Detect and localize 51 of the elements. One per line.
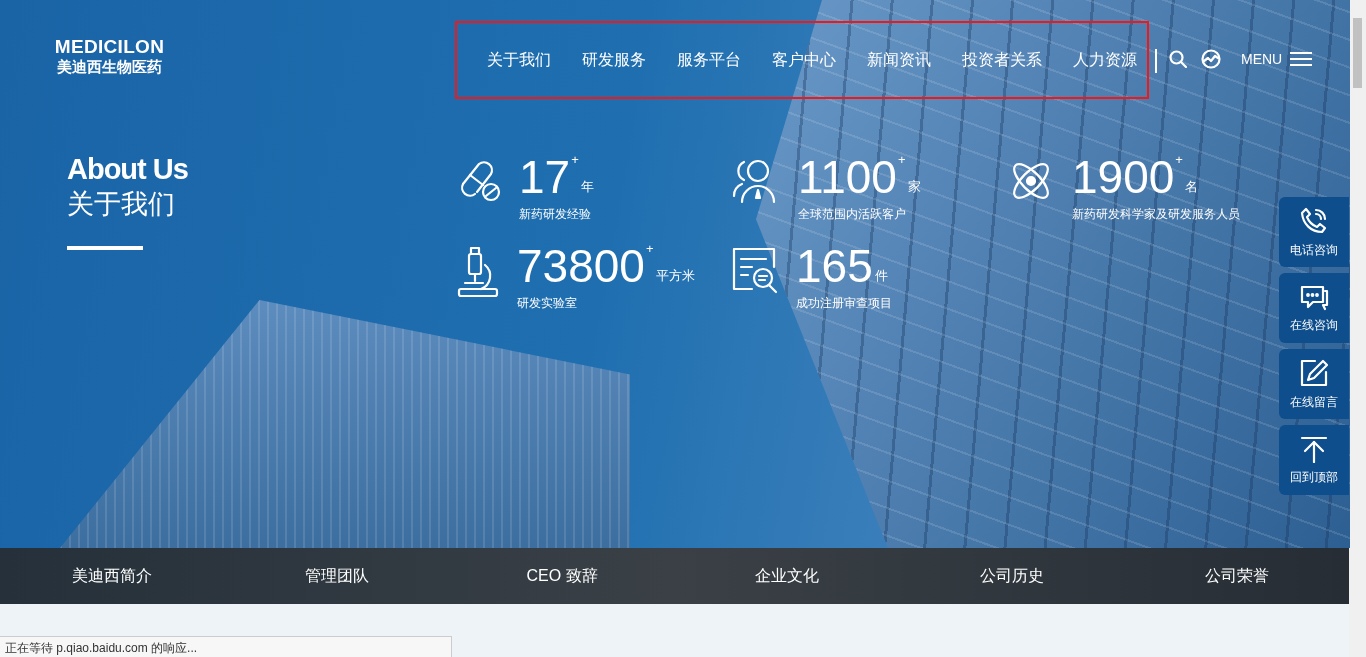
search-icon[interactable] [1169,50,1187,68]
stat-label: 新药研发科学家及研发服务人员 [1072,206,1240,223]
scrollbar[interactable] [1349,0,1366,657]
stat-label: 新药研发经验 [519,206,592,223]
nav-link[interactable]: 研发服务 [582,49,646,71]
stat-number: 1900 [1072,152,1175,202]
plus-sign: + [645,241,654,256]
page-title: About Us [67,152,189,186]
menu-button[interactable]: MENU [1241,51,1313,67]
stat-number: 17 [519,152,571,202]
menu-icon [1290,51,1313,67]
section-link[interactable]: 公司历史 [979,565,1044,587]
plus-sign: + [571,152,579,167]
plus-sign: + [897,152,906,167]
stat-unit: 家 [907,178,921,196]
section-link[interactable]: 公司荣誉 [1204,565,1269,587]
edit-icon [1299,357,1329,388]
nav-link[interactable]: 人力资源 [1073,49,1137,71]
section-link[interactable]: 企业文化 [754,565,819,587]
globe-icon[interactable] [1201,49,1221,69]
page-subtitle: 关于我们 [67,188,176,221]
stat-unit: 件 [874,267,888,285]
stat-number: 73800 [517,241,645,291]
nav-link[interactable]: 客户中心 [772,49,836,71]
nav-link[interactable]: 投资者关系 [962,49,1042,71]
stat-number: 165 [796,241,873,291]
stat-label: 研发实验室 [517,295,578,312]
nav-link[interactable]: 服务平台 [677,49,741,71]
stat-number: 1100 [798,152,897,202]
stat-label: 全球范围内活跃客户 [798,206,907,223]
stat-unit: 年 [580,178,594,196]
logo-title[interactable]: MEDICILON [54,35,165,58]
side-tool-button[interactable]: 电话咨询 [1279,197,1349,267]
side-tool-button[interactable]: 回到顶部 [1279,425,1349,495]
document-search-icon [730,245,780,295]
side-tool-button[interactable]: 在线留言 [1279,349,1349,419]
stat-unit: 平方米 [655,267,695,285]
side-tool-button[interactable]: 在线咨询 [1279,273,1349,343]
plus-sign: + [1175,152,1183,167]
section-link[interactable]: CEO 致辞 [526,565,598,587]
browser-status-bar: 正在等待 p.qiao.baidu.com 的响应... [0,636,452,657]
scrollbar-thumb[interactable] [1353,18,1362,88]
microscope-icon [455,245,501,299]
phone-icon [1299,205,1329,236]
section-link[interactable]: 管理团队 [305,565,370,587]
section-link[interactable]: 美迪西简介 [72,565,153,587]
stat-label: 成功注册审查项目 [796,295,892,312]
stat-unit: 名 [1184,178,1198,196]
logo-subtitle[interactable]: 美迪西生物医药 [57,57,162,77]
arrow-up-icon [1300,434,1328,463]
nav-link[interactable]: 关于我们 [487,49,551,71]
